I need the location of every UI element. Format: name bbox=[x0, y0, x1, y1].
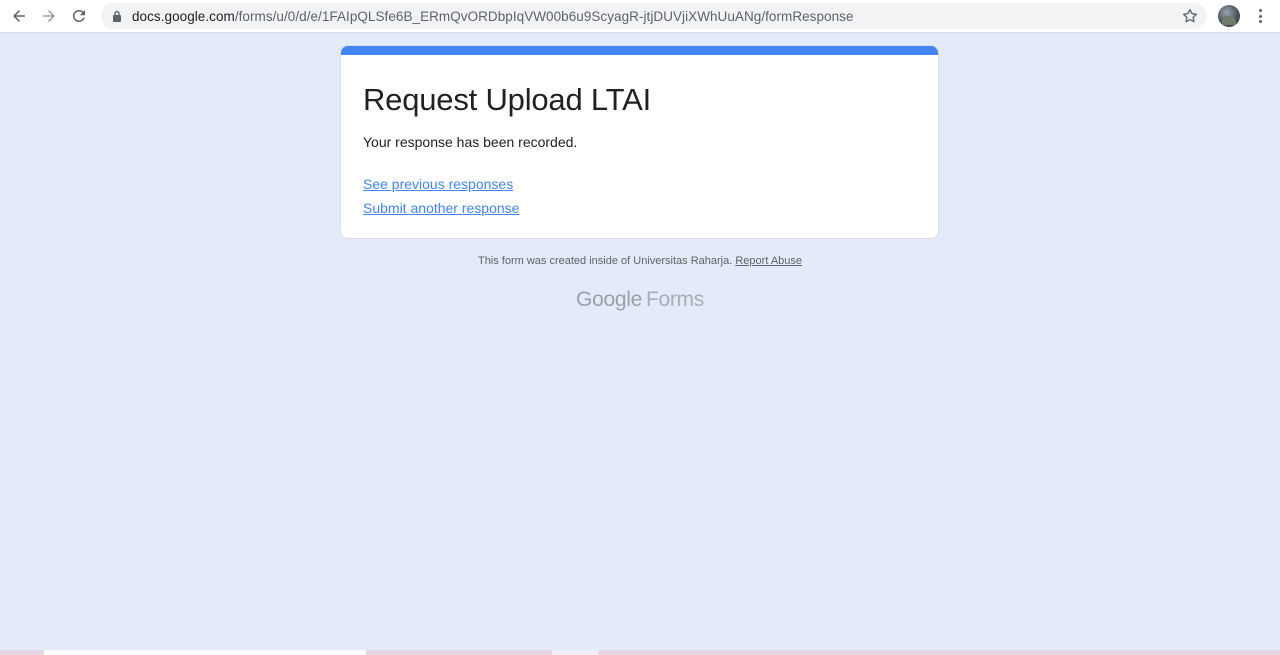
google-forms-logo[interactable]: Google Forms bbox=[0, 288, 1280, 312]
address-bar[interactable]: docs.google.com/forms/u/0/d/e/1FAIpQLSfe… bbox=[101, 3, 1207, 29]
taskbar-edge bbox=[0, 650, 1280, 655]
form-title: Request Upload LTAI bbox=[363, 82, 651, 117]
arrow-left-icon bbox=[13, 10, 25, 22]
profile-avatar[interactable] bbox=[1218, 5, 1240, 27]
arrow-right-icon bbox=[43, 10, 55, 22]
url-host: docs.google.com bbox=[132, 8, 235, 24]
submit-another-response-link[interactable]: Submit another response bbox=[363, 200, 519, 216]
logo-google-text: Google bbox=[576, 288, 642, 311]
reload-icon bbox=[72, 9, 85, 22]
see-previous-responses-link[interactable]: See previous responses bbox=[363, 176, 513, 192]
taskbar-segment bbox=[44, 650, 366, 655]
taskbar-segment bbox=[552, 650, 598, 655]
report-abuse-link[interactable]: Report Abuse bbox=[735, 255, 802, 267]
url-path: /forms/u/0/d/e/1FAIpQLSfe6B_ERmQvORDbpIq… bbox=[234, 8, 854, 24]
browser-toolbar: docs.google.com/forms/u/0/d/e/1FAIpQLSfe… bbox=[0, 0, 1280, 33]
back-button[interactable] bbox=[4, 1, 34, 31]
url-text: docs.google.com/forms/u/0/d/e/1FAIpQLSfe… bbox=[132, 9, 854, 24]
lock-icon bbox=[111, 9, 123, 23]
response-card: Request Upload LTAI Your response has be… bbox=[340, 45, 939, 239]
logo-forms-text: Forms bbox=[645, 288, 704, 311]
more-vert-icon[interactable] bbox=[1252, 6, 1268, 26]
card-accent-bar bbox=[341, 46, 938, 55]
star-icon[interactable] bbox=[1181, 7, 1199, 25]
reload-button[interactable] bbox=[64, 1, 94, 31]
confirmation-message: Your response has been recorded. bbox=[363, 134, 578, 150]
forward-button[interactable] bbox=[34, 1, 64, 31]
footer-note-text: This form was created inside of Universi… bbox=[477, 255, 733, 267]
footer-note: This form was created inside of Universi… bbox=[0, 255, 1280, 267]
